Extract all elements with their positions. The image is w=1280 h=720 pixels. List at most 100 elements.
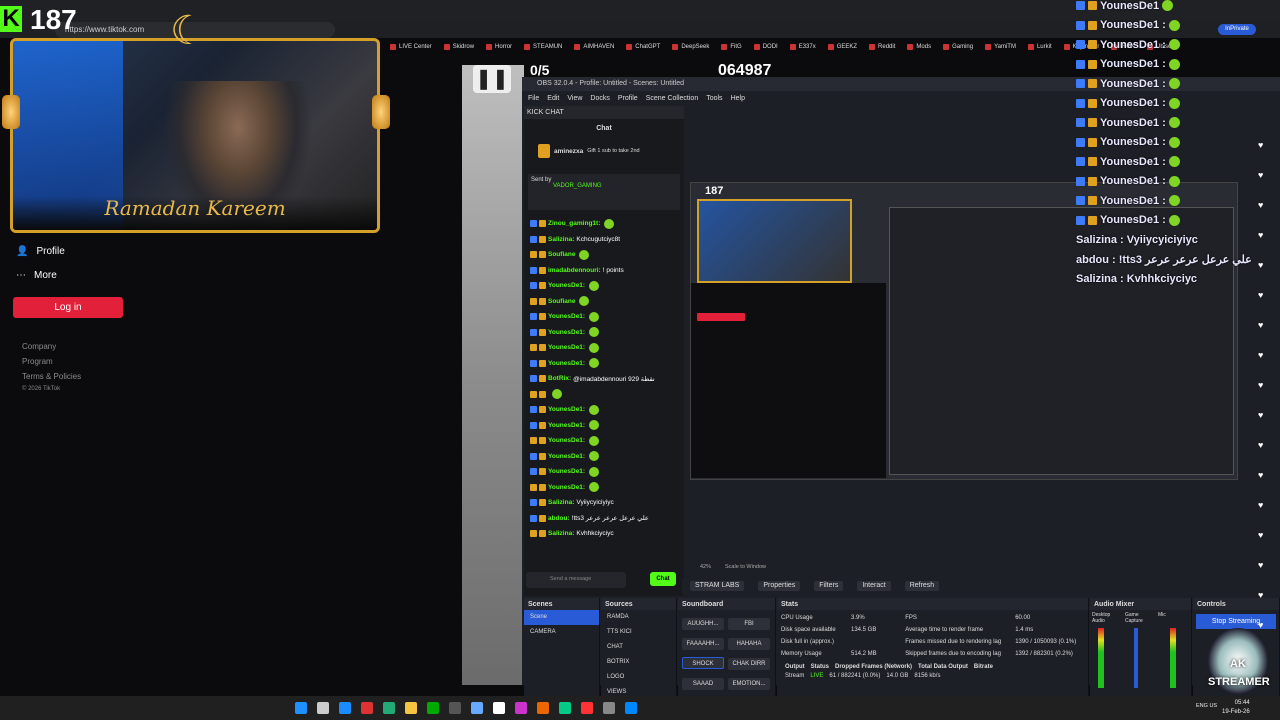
chat-username[interactable]: Salizina: bbox=[548, 236, 574, 243]
app-icon[interactable] bbox=[339, 702, 351, 714]
chat-username[interactable]: YounesDe1: bbox=[548, 437, 585, 444]
source-item[interactable]: CHAT bbox=[601, 640, 676, 655]
app-icon[interactable] bbox=[471, 702, 483, 714]
footer-company[interactable]: Company bbox=[22, 342, 56, 351]
chat-username[interactable]: Soufiane bbox=[548, 251, 575, 258]
bookmark-item[interactable]: E337x bbox=[790, 40, 816, 54]
menu-item[interactable]: View bbox=[567, 95, 582, 103]
menu-item[interactable]: Tools bbox=[706, 95, 722, 103]
menu-item[interactable]: Edit bbox=[547, 95, 559, 103]
app-icon[interactable] bbox=[383, 702, 395, 714]
app-icon[interactable] bbox=[427, 702, 439, 714]
app-icon[interactable] bbox=[515, 702, 527, 714]
sound-button[interactable]: FBI bbox=[728, 618, 770, 630]
sound-button[interactable]: EMOTION... bbox=[728, 678, 770, 690]
scene-item[interactable]: CAMERA bbox=[524, 625, 599, 640]
stat-value: 60.00 bbox=[1015, 615, 1031, 621]
chat-username[interactable]: YounesDe1: bbox=[548, 329, 585, 336]
menu-item[interactable]: File bbox=[528, 95, 539, 103]
chat-line: YounesDe1: bbox=[524, 418, 684, 434]
toolbar-button[interactable]: Filters bbox=[814, 581, 844, 591]
chat-username[interactable]: YounesDe1: bbox=[548, 453, 585, 460]
chat-username[interactable]: YounesDe1: bbox=[548, 406, 585, 413]
app-icon[interactable] bbox=[405, 702, 417, 714]
sidebar-profile[interactable]: 👤 Profile bbox=[16, 246, 65, 257]
sound-button[interactable]: FAAAAHH... bbox=[682, 638, 724, 650]
bookmark-item[interactable]: GEEKZ bbox=[828, 40, 857, 54]
chat-username[interactable]: Soufiane bbox=[548, 298, 575, 305]
scale-mode[interactable]: Scale to Window bbox=[725, 564, 766, 570]
scene-item[interactable]: Scene bbox=[524, 610, 599, 625]
menu-item[interactable]: Scene Collection bbox=[646, 95, 699, 103]
sidebar-more[interactable]: ⋯ More bbox=[16, 270, 57, 281]
send-message-input[interactable]: Send a message bbox=[526, 572, 626, 588]
footer-program[interactable]: Program bbox=[22, 357, 53, 366]
audio-channel-label: Desktop Audio bbox=[1092, 612, 1111, 624]
toolbar-button[interactable]: STRAM LABS bbox=[690, 581, 745, 591]
bookmark-item[interactable]: FitG bbox=[721, 40, 741, 54]
app-icon[interactable] bbox=[449, 702, 461, 714]
chat-username[interactable]: BotRix: bbox=[548, 375, 571, 382]
bookmark-item[interactable]: Skidrow bbox=[444, 40, 474, 54]
footer-terms[interactable]: Terms & Policies bbox=[22, 372, 81, 381]
chat-username[interactable]: imadabdennouri: bbox=[548, 267, 601, 274]
sound-button[interactable]: CHAK DIRR bbox=[728, 658, 770, 670]
bookmark-item[interactable]: DeepSeek bbox=[672, 40, 709, 54]
zoom-level[interactable]: 42% bbox=[700, 564, 711, 570]
viewer-count: 187 bbox=[30, 4, 77, 35]
chat-username[interactable]: YounesDe1: bbox=[548, 468, 585, 475]
app-icon[interactable] bbox=[361, 702, 373, 714]
language-indicator[interactable]: ENG US bbox=[1196, 703, 1217, 709]
source-item[interactable]: RAMDA bbox=[601, 610, 676, 625]
source-item[interactable]: BOTRIX bbox=[601, 655, 676, 670]
chat-username[interactable]: YounesDe1: bbox=[548, 313, 585, 320]
app-icon[interactable] bbox=[537, 702, 549, 714]
menu-item[interactable]: Help bbox=[731, 95, 745, 103]
source-item[interactable]: TTS KICI bbox=[601, 625, 676, 640]
app-icon[interactable] bbox=[581, 702, 593, 714]
chat-username[interactable]: Salizina: bbox=[548, 499, 574, 506]
menu-item[interactable]: Docks bbox=[590, 95, 609, 103]
sound-button[interactable]: HAHAHA bbox=[728, 638, 770, 650]
bookmark-item[interactable]: AIMHAVEN bbox=[574, 40, 614, 54]
bookmark-item[interactable]: ChatGPT bbox=[626, 40, 660, 54]
source-item[interactable]: LOGO bbox=[601, 670, 676, 685]
chat-username[interactable]: YounesDe1: bbox=[548, 422, 585, 429]
login-button[interactable]: Log in bbox=[13, 297, 123, 318]
chat-line: YounesDe1: bbox=[524, 340, 684, 356]
bookmark-item[interactable]: Mods bbox=[907, 40, 931, 54]
bookmark-item[interactable]: STEAMUN bbox=[524, 40, 562, 54]
app-icon[interactable] bbox=[625, 702, 637, 714]
system-clock[interactable]: 05:44 19-Feb-26 bbox=[1222, 699, 1250, 717]
chat-username[interactable]: abdou: bbox=[548, 515, 570, 522]
app-icon[interactable] bbox=[603, 702, 615, 714]
bookmark-item[interactable]: Gaming bbox=[943, 40, 973, 54]
app-icon[interactable] bbox=[493, 702, 505, 714]
bookmark-item[interactable]: LIVE Center bbox=[390, 40, 432, 54]
chat-username[interactable]: YounesDe1: bbox=[548, 360, 585, 367]
toolbar-button[interactable]: Properties bbox=[758, 581, 801, 591]
crown-icon bbox=[1088, 196, 1097, 206]
chat-username[interactable]: Salizina: bbox=[548, 530, 574, 537]
sound-button[interactable]: SHOCK bbox=[682, 657, 724, 669]
bookmark-item[interactable]: Reddit bbox=[869, 40, 895, 54]
chat-username[interactable]: YounesDe1: bbox=[548, 484, 585, 491]
chat-username[interactable]: Zinou_gaming1t: bbox=[548, 220, 600, 227]
menu-item[interactable]: Profile bbox=[618, 95, 638, 103]
pause-icon[interactable]: ❚❚ bbox=[473, 65, 511, 93]
app-icon[interactable] bbox=[317, 702, 329, 714]
bookmark-item[interactable]: YamiTM bbox=[985, 40, 1016, 54]
toolbar-button[interactable]: Interact bbox=[857, 581, 891, 591]
app-icon[interactable] bbox=[559, 702, 571, 714]
chat-send-button[interactable]: Chat bbox=[650, 572, 676, 586]
toolbar-button[interactable]: Refresh bbox=[904, 581, 940, 591]
audio-slider[interactable] bbox=[1134, 628, 1138, 688]
chat-username[interactable]: YounesDe1: bbox=[548, 282, 585, 289]
app-icon[interactable] bbox=[295, 702, 307, 714]
sound-button[interactable]: SAAAD bbox=[682, 678, 724, 690]
bookmark-item[interactable]: Horror bbox=[486, 40, 512, 54]
chat-username[interactable]: YounesDe1: bbox=[548, 344, 585, 351]
sound-button[interactable]: AUUGHH... bbox=[682, 618, 724, 630]
bookmark-item[interactable]: DODI bbox=[754, 40, 778, 54]
bookmark-item[interactable]: Lurkit bbox=[1028, 40, 1052, 54]
